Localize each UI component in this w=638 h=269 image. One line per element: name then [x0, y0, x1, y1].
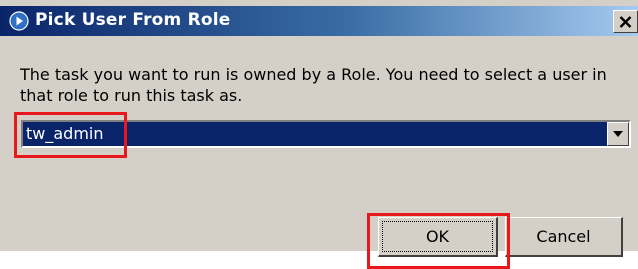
chevron-down-icon	[613, 131, 623, 137]
cancel-button-label: Cancel	[536, 227, 591, 246]
instruction-text: The task you want to run is owned by a R…	[20, 65, 607, 105]
close-icon	[619, 15, 632, 28]
dropdown-button[interactable]	[607, 122, 629, 146]
dialog-title: Pick User From Role	[35, 10, 231, 30]
cancel-button[interactable]: Cancel	[505, 217, 623, 257]
ok-highlight-box	[367, 213, 510, 269]
blue-arrow-icon	[9, 11, 29, 31]
select-highlight-box	[14, 112, 127, 158]
close-button[interactable]	[613, 10, 638, 33]
pick-user-dialog: Pick User From Role The task you want to…	[0, 0, 638, 269]
title-bar[interactable]: Pick User From Role	[0, 6, 638, 36]
